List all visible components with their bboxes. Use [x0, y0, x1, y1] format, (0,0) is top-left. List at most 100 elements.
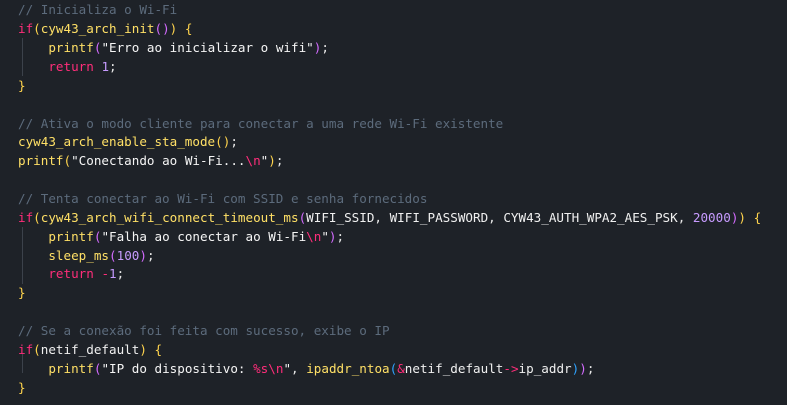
code-token: cyw43_arch_wifi_connect_timeout_ms: [40, 210, 299, 225]
code-token: (): [154, 21, 170, 36]
code-token: // Ativa o modo cliente para conectar a …: [18, 116, 504, 131]
code-token: 100: [116, 248, 140, 263]
code-token: ): [139, 342, 147, 357]
code-token: (): [215, 134, 231, 149]
code-line[interactable]: printf("Conectando ao Wi-Fi...\n");: [18, 151, 283, 170]
code-token: ;: [146, 248, 155, 263]
code-line[interactable]: // Ativa o modo cliente para conectar a …: [18, 114, 503, 133]
code-line[interactable]: printf("Erro ao inicializar o wifi");: [18, 38, 329, 57]
code-token: sleep_ms: [48, 248, 110, 263]
code-token: "Erro ao inicializar o wifi": [101, 40, 314, 55]
code-line[interactable]: cyw43_arch_enable_sta_mode();: [18, 132, 238, 151]
code-token: ;: [230, 134, 238, 149]
code-token: ,: [374, 210, 390, 225]
code-token: return: [48, 59, 94, 74]
code-token: ;: [336, 229, 345, 244]
code-line[interactable]: if(netif_default) {: [18, 340, 162, 359]
code-token: // Se a conexão foi feita com sucesso, e…: [18, 323, 390, 338]
code-token: CYW43_AUTH_WPA2_AES_PSK: [503, 210, 678, 225]
code-token: "Falha ao conectar ao Wi-Fi: [101, 229, 307, 244]
code-token: if: [18, 210, 34, 225]
code-token: ): [139, 248, 147, 263]
code-token: netif_default: [404, 361, 504, 376]
code-line[interactable]: if(cyw43_arch_wifi_connect_timeout_ms(WI…: [18, 208, 761, 227]
code-token: ->: [503, 361, 519, 376]
code-token: {: [154, 342, 163, 357]
code-line[interactable]: return 1;: [18, 57, 117, 76]
code-line[interactable]: printf("Falha ao conectar ao Wi-Fi\n");: [18, 227, 344, 246]
code-token: printf: [18, 153, 64, 168]
code-token: \n: [245, 153, 261, 168]
code-token: 20000: [692, 210, 731, 225]
code-token: {: [753, 210, 762, 225]
code-token: "IP do dispositivo:: [101, 361, 254, 376]
code-token: ;: [109, 59, 117, 74]
code-editor[interactable]: // Inicializa o Wi-Fi if(cyw43_arch_init(…: [0, 0, 787, 405]
code-token: 1: [101, 59, 110, 74]
code-token: (: [33, 342, 41, 357]
code-token: \n: [306, 229, 322, 244]
code-token: ,: [291, 361, 307, 376]
code-token: ): [268, 153, 276, 168]
code-token: cyw43_arch_enable_sta_mode: [18, 134, 216, 149]
code-token: ;: [321, 40, 329, 55]
code-token: ,: [677, 210, 693, 225]
code-token: ipaddr_ntoa: [306, 361, 390, 376]
code-line[interactable]: }: [18, 76, 26, 95]
code-line[interactable]: sleep_ms(100);: [18, 246, 155, 265]
code-line[interactable]: printf("IP do dispositivo: %s\n", ipaddr…: [18, 359, 594, 378]
code-token: }: [18, 380, 26, 395]
code-token: // Inicializa o Wi-Fi: [18, 2, 178, 17]
code-token: printf: [48, 40, 94, 55]
code-token: %s: [253, 361, 269, 376]
code-token: ip_addr: [518, 361, 572, 376]
code-token: // Tenta conectar ao Wi-Fi com SSID e se…: [18, 191, 428, 206]
code-token: 1: [109, 266, 117, 281]
code-token: WIFI_PASSWORD: [389, 210, 489, 225]
code-token: printf: [48, 229, 94, 244]
code-token: ;: [116, 266, 125, 281]
code-token: netif_default: [40, 342, 140, 357]
code-line[interactable]: if(cyw43_arch_init()) {: [18, 19, 192, 38]
code-token: ;: [586, 361, 595, 376]
code-token: WIFI_SSID: [306, 210, 375, 225]
code-token: (: [33, 21, 41, 36]
code-token: "Conectando ao Wi-Fi...: [71, 153, 246, 168]
code-token: ": [283, 361, 292, 376]
code-line[interactable]: // Inicializa o Wi-Fi: [18, 0, 177, 19]
code-line[interactable]: return -1;: [18, 264, 124, 283]
code-token: ,: [488, 210, 504, 225]
code-token: ;: [275, 153, 284, 168]
code-token: if: [18, 21, 34, 36]
code-token: if: [18, 342, 34, 357]
code-token: &: [397, 361, 405, 376]
code-token: ": [321, 229, 329, 244]
code-line[interactable]: }: [18, 378, 26, 397]
code-token: (: [109, 248, 117, 263]
code-token: \n: [268, 361, 284, 376]
code-token: cyw43_arch_init: [40, 21, 155, 36]
code-token: {: [184, 21, 193, 36]
code-token: (: [33, 210, 41, 225]
code-token: }: [18, 285, 26, 300]
code-token: return: [48, 266, 94, 281]
code-line[interactable]: // Tenta conectar ao Wi-Fi com SSID e se…: [18, 189, 427, 208]
code-token: ): [738, 210, 746, 225]
code-token: ): [579, 361, 587, 376]
code-line[interactable]: }: [18, 283, 26, 302]
code-token: -: [101, 266, 110, 281]
code-token: }: [18, 78, 26, 93]
code-token: printf: [48, 361, 94, 376]
code-token: (: [63, 153, 72, 168]
code-line[interactable]: // Se a conexão foi feita com sucesso, e…: [18, 321, 390, 340]
code-token: ): [328, 229, 337, 244]
